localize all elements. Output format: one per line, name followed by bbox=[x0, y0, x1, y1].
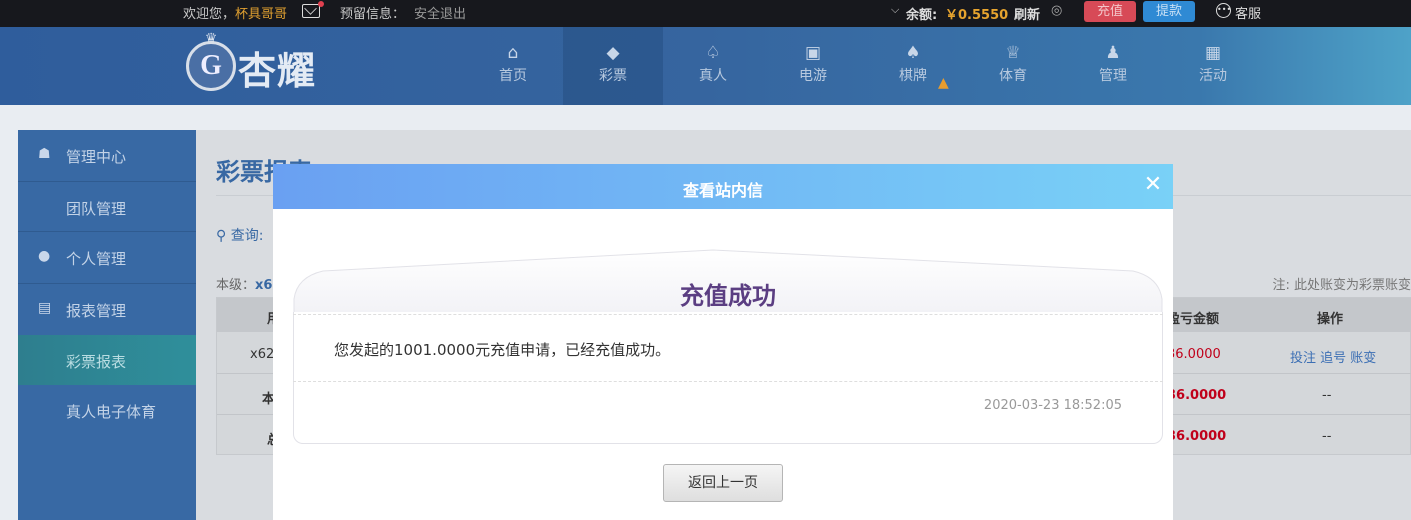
unread-dot bbox=[318, 1, 324, 7]
sidebar-item-live-sports[interactable]: 真人电子体育 bbox=[18, 385, 196, 435]
table-cell-profit: 36.0000 bbox=[1167, 429, 1227, 444]
withdraw-button[interactable]: 提款 bbox=[1143, 1, 1195, 22]
message-modal: 查看站内信 ✕ 充值成功 您发起的1001.0000元充值申请，已经充值成功。 … bbox=[273, 164, 1173, 520]
nav-label: 真人 bbox=[699, 68, 727, 84]
balance-value: ￥0.5550 bbox=[945, 8, 1009, 23]
mail-icon[interactable] bbox=[302, 4, 320, 18]
nav-label: 活动 bbox=[1199, 68, 1227, 84]
close-icon[interactable]: ✕ bbox=[1141, 172, 1165, 198]
table-cell-actions: -- bbox=[1322, 388, 1332, 403]
sidebar-item-label: 报表管理 bbox=[66, 302, 127, 320]
table-cell-actions: -- bbox=[1322, 429, 1332, 444]
logo-letter: G bbox=[200, 50, 222, 81]
customer-service-link[interactable]: 客服 bbox=[1235, 3, 1261, 22]
home-icon: ⌂ bbox=[507, 43, 519, 63]
divider bbox=[293, 381, 1163, 382]
chevron-down-icon[interactable]: ⌵ bbox=[891, 3, 899, 17]
back-button[interactable]: 返回上一页 bbox=[663, 464, 783, 502]
username[interactable]: 杯具哥哥 bbox=[235, 7, 287, 22]
chat-icon[interactable]: ••• bbox=[1216, 3, 1231, 18]
nav-label: 首页 bbox=[499, 68, 527, 84]
nav-cards[interactable]: ♠ 棋牌 bbox=[863, 27, 963, 105]
table-row-actions[interactable]: 投注 追号 账变 bbox=[1290, 347, 1376, 366]
nav-live[interactable]: ♤ 真人 bbox=[663, 27, 763, 105]
users-icon: ♟ bbox=[1105, 43, 1121, 63]
divider bbox=[293, 314, 1163, 315]
sidebar-item-label: 个人管理 bbox=[66, 250, 127, 268]
slot-icon: ▣ bbox=[804, 43, 822, 63]
letter-title: 充值成功 bbox=[680, 282, 776, 310]
column-header-actions: 操作 bbox=[1317, 312, 1344, 327]
sidebar-item-personal[interactable]: ● 个人管理 bbox=[18, 232, 196, 284]
search-icon: ⚲ bbox=[216, 228, 231, 244]
sidebar-item-lottery-report[interactable]: 彩票报表 bbox=[18, 335, 196, 385]
person-icon: ● bbox=[38, 248, 51, 264]
logout-link[interactable]: 安全退出 bbox=[414, 3, 466, 22]
report-icon: ▤ bbox=[38, 300, 52, 316]
welcome-label: 欢迎您， bbox=[183, 7, 236, 22]
nav-label: 管理 bbox=[1099, 68, 1127, 84]
message-timestamp: 2020-03-23 18:52:05 bbox=[983, 398, 1122, 413]
hot-badge-icon: ▲ bbox=[938, 75, 949, 91]
reserve-info-label: 预留信息： bbox=[340, 7, 406, 22]
nav-slots[interactable]: ▣ 电游 bbox=[763, 27, 863, 105]
nav-label: 电游 bbox=[799, 68, 827, 84]
welcome-text: 欢迎您，杯具哥哥 bbox=[183, 3, 287, 22]
balance-label: 余额: bbox=[906, 8, 938, 23]
logo-text[interactable]: 杏耀 bbox=[238, 49, 316, 93]
modal-title: 查看站内信 bbox=[682, 181, 763, 200]
deposit-button[interactable]: 充值 bbox=[1084, 1, 1136, 22]
sidebar: ☗ 管理中心 团队管理 ● 个人管理 ▤ 报表管理 彩票报表 真人电子体育 bbox=[18, 130, 196, 520]
cards-icon: ♠ bbox=[905, 43, 921, 63]
modal-header: 查看站内信 ✕ bbox=[273, 164, 1173, 209]
sidebar-item-label: 管理中心 bbox=[66, 148, 127, 166]
level-label: 本级： bbox=[216, 278, 256, 293]
nav-manage[interactable]: ♟ 管理 bbox=[1063, 27, 1163, 105]
gift-icon: ▦ bbox=[1204, 43, 1222, 63]
nav-events[interactable]: ▦ 活动 bbox=[1163, 27, 1263, 105]
main-header: ♛ G 杏耀 ⌂ 首页 ◆ 彩票 ♤ 真人 ▣ 电游 ♠ 棋牌 ♕ 体育 ♟ 管理 ▦ 活动 ▲ bbox=[0, 27, 1411, 105]
nav-label: 体育 bbox=[999, 68, 1027, 84]
sidebar-item-label: 真人电子体育 bbox=[66, 403, 157, 421]
query-row: ⚲ 查询: bbox=[216, 225, 263, 245]
level-user-link[interactable]: x6 bbox=[255, 278, 272, 293]
sidebar-item-team[interactable]: 团队管理 bbox=[18, 182, 196, 232]
letter-body bbox=[293, 312, 1163, 444]
refresh-button[interactable]: 刷新 bbox=[1014, 4, 1040, 23]
nav-label: 彩票 bbox=[599, 68, 627, 84]
trophy-icon: ♕ bbox=[1005, 43, 1021, 63]
sidebar-item-label: 团队管理 bbox=[66, 200, 127, 218]
users-icon: ☗ bbox=[38, 146, 51, 162]
lottery-icon: ◆ bbox=[606, 43, 620, 63]
eye-hidden-icon[interactable]: ◎ bbox=[1051, 3, 1062, 18]
table-cell-profit: 36.0000 bbox=[1167, 347, 1221, 362]
logo-icon[interactable]: G bbox=[186, 41, 236, 91]
table-cell-profit: 36.0000 bbox=[1167, 388, 1227, 403]
top-bar: 欢迎您，杯具哥哥 预留信息： 安全退出 ⌵ 余额: ￥0.5550 刷新 ◎ 充… bbox=[0, 0, 1411, 27]
nav-home[interactable]: ⌂ 首页 bbox=[463, 27, 563, 105]
sidebar-item-management-center[interactable]: ☗ 管理中心 bbox=[18, 130, 196, 182]
nav-sports[interactable]: ♕ 体育 bbox=[963, 27, 1063, 105]
query-label: 查询: bbox=[230, 228, 264, 244]
report-note: 注: 此处账变为彩票账变 bbox=[1272, 278, 1411, 293]
message-text: 您发起的1001.0000元充值申请，已经充值成功。 bbox=[334, 341, 671, 359]
sidebar-item-label: 彩票报表 bbox=[66, 353, 127, 371]
live-icon: ♤ bbox=[705, 43, 721, 63]
sidebar-item-reports[interactable]: ▤ 报表管理 bbox=[18, 284, 196, 336]
level-row: 本级：x6 bbox=[216, 274, 272, 293]
nav-lottery[interactable]: ◆ 彩票 bbox=[563, 27, 663, 105]
